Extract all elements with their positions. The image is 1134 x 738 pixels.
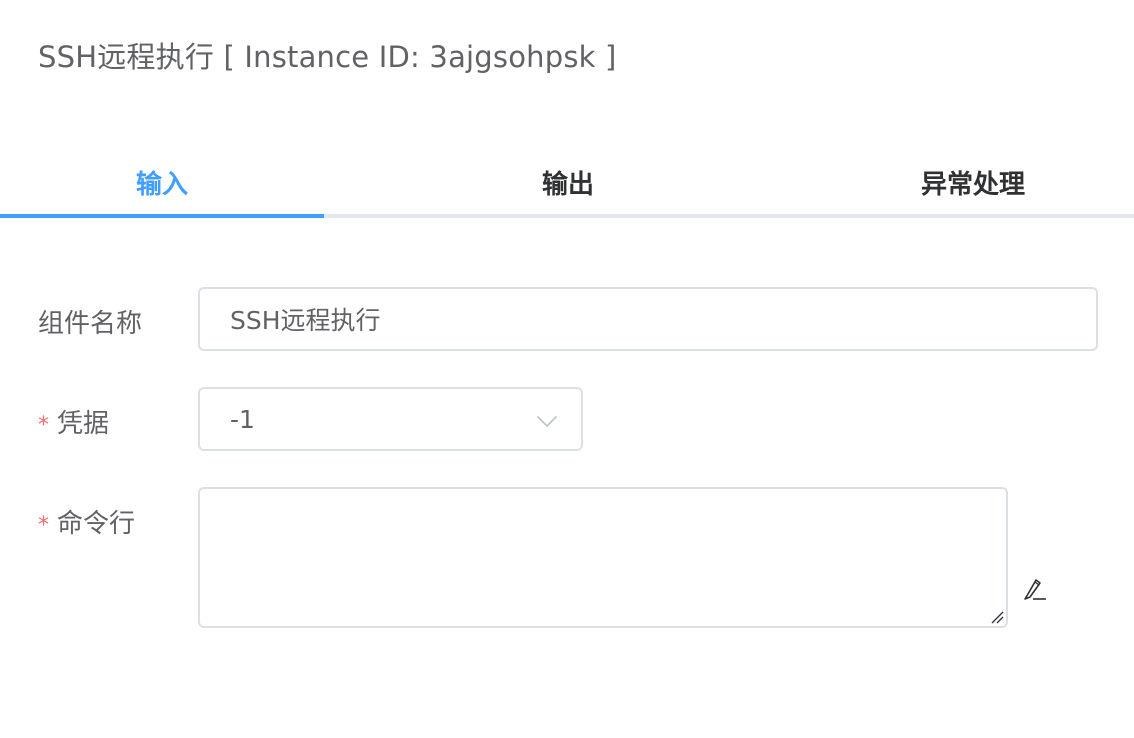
component-config-panel: SSH远程执行 [ Instance ID: 3ajgsohpsk ] 输入 输… [0, 0, 1134, 738]
tab-active-indicator [0, 214, 324, 218]
required-mark: * [38, 513, 49, 538]
component-name-value: SSH远程执行 [230, 306, 381, 335]
component-name-input[interactable]: SSH远程执行 [198, 287, 1098, 351]
tab-output[interactable]: 输出 [324, 148, 812, 216]
page-title: SSH远程执行 [ Instance ID: 3ajgsohpsk ] [38, 40, 617, 74]
chevron-down-icon [537, 416, 557, 427]
required-mark: * [38, 413, 49, 438]
component-name-label: 组件名称 [38, 309, 143, 339]
tab-input[interactable]: 输入 [0, 148, 324, 216]
tab-error-handling[interactable]: 异常处理 [812, 148, 1134, 216]
command-textarea[interactable] [198, 487, 1008, 628]
credential-select[interactable]: -1 [198, 387, 583, 451]
resize-handle-icon[interactable] [988, 608, 1004, 624]
command-label-text: 命令行 [57, 509, 136, 539]
pencil-icon[interactable] [1020, 574, 1048, 602]
credential-label-text: 凭据 [57, 409, 110, 439]
tab-bar: 输入 输出 异常处理 [0, 148, 1134, 220]
credential-value: -1 [230, 404, 255, 434]
command-label: * 命令行 [38, 503, 135, 540]
credential-label: * 凭据 [38, 403, 109, 440]
